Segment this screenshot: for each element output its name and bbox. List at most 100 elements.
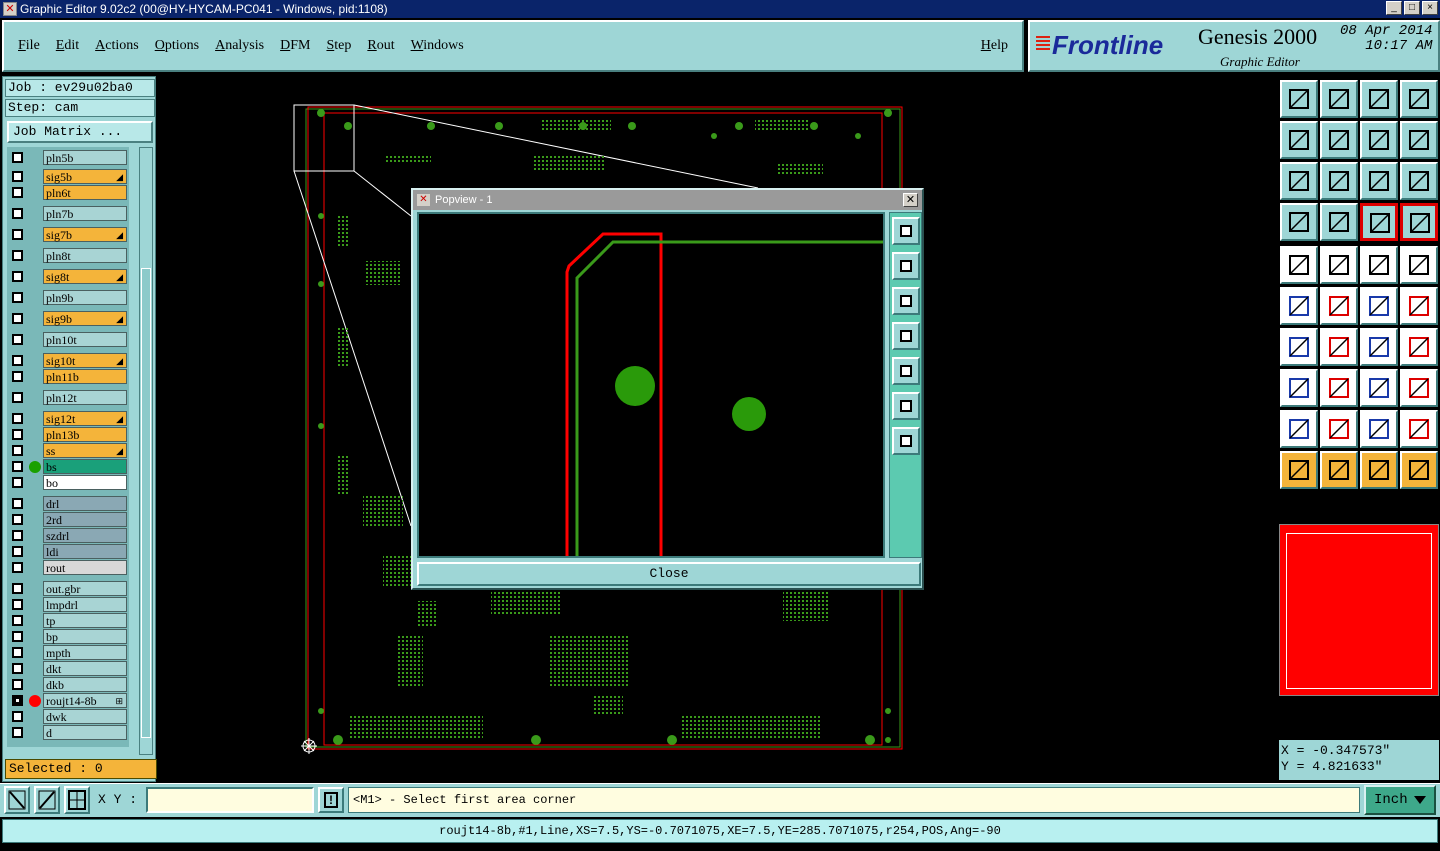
select-move-icon[interactable] — [1360, 451, 1398, 489]
pad-dot-icon[interactable] — [1400, 246, 1438, 284]
fit-all-icon[interactable] — [1280, 162, 1318, 200]
close-window-button[interactable]: × — [1422, 1, 1438, 15]
layer-row[interactable]: pln13b — [7, 427, 129, 442]
layer-checkbox[interactable] — [12, 514, 23, 525]
layer-compare-icon[interactable] — [1360, 203, 1398, 241]
layer-row[interactable]: pln6t — [7, 185, 129, 200]
layer-row[interactable]: pln11b — [7, 369, 129, 384]
mirror-icon[interactable] — [1400, 121, 1438, 159]
layer-checkbox[interactable] — [12, 445, 23, 456]
layer-row[interactable]: ldi — [7, 544, 129, 559]
select-box-icon[interactable] — [1320, 451, 1358, 489]
layer-row[interactable]: pln8t — [7, 248, 129, 263]
menu-windows[interactable]: Windows — [411, 38, 464, 54]
layer-checkbox[interactable] — [12, 679, 23, 690]
layer-name[interactable]: sig5b ◢ — [43, 169, 127, 184]
layer-row[interactable]: sig12t ◢ — [7, 411, 129, 426]
layer-name[interactable]: pln5b — [43, 150, 127, 165]
flip-text-icon[interactable] — [1400, 328, 1438, 366]
measure-ruler-icon[interactable] — [1360, 246, 1398, 284]
layer-checkbox[interactable] — [12, 530, 23, 541]
layer-name[interactable]: bo — [43, 475, 127, 490]
overview-map[interactable] — [1279, 524, 1439, 696]
layer-row[interactable]: out.gbr — [7, 581, 129, 596]
measure-icon[interactable] — [34, 786, 60, 814]
pan-left-icon[interactable] — [1280, 121, 1318, 159]
layer-checkbox[interactable] — [12, 392, 23, 403]
popview-pan-down-icon[interactable] — [892, 287, 920, 315]
split-view-icon[interactable] — [1400, 80, 1438, 118]
layer-row[interactable]: sig8t ◢ — [7, 269, 129, 284]
layer-row[interactable]: rout — [7, 560, 129, 575]
layer-row[interactable]: sig5b ◢ — [7, 169, 129, 184]
xy-input[interactable] — [146, 787, 314, 813]
layer-checkbox[interactable] — [12, 208, 23, 219]
layer-checkbox[interactable] — [12, 250, 23, 261]
layer-row[interactable]: szdrl — [7, 528, 129, 543]
help-icon[interactable] — [1400, 162, 1438, 200]
layer-row[interactable]: dwk — [7, 709, 129, 724]
layer-name[interactable]: d — [43, 725, 127, 740]
triangle-line-icon[interactable] — [1400, 410, 1438, 448]
popview-pan-left-icon[interactable] — [892, 322, 920, 350]
triangle-frame-icon[interactable] — [1360, 410, 1398, 448]
layer-checkbox[interactable] — [12, 334, 23, 345]
layer-row[interactable]: 2rd — [7, 512, 129, 527]
alert-button[interactable]: ! — [318, 787, 344, 813]
layer-checkbox[interactable] — [12, 229, 23, 240]
layer-name[interactable]: drl — [43, 496, 127, 511]
layer-checkbox[interactable] — [12, 152, 23, 163]
layer-row[interactable]: ss ◢ — [7, 443, 129, 458]
diagonal-icon[interactable] — [1320, 328, 1358, 366]
layer-name[interactable]: sig9b ◢ — [43, 311, 127, 326]
layer-checkbox[interactable] — [12, 711, 23, 722]
layer-name[interactable]: pln13b — [43, 427, 127, 442]
grid-view-icon[interactable] — [1320, 203, 1358, 241]
scrollbar-thumb[interactable] — [141, 268, 151, 738]
menu-file[interactable]: File — [18, 38, 40, 54]
layer-row[interactable]: bp — [7, 629, 129, 644]
layer-name[interactable]: pln12t — [43, 390, 127, 405]
layer-row[interactable]: tp — [7, 613, 129, 628]
layer-name[interactable]: pln11b — [43, 369, 127, 384]
layer-checkbox[interactable] — [12, 271, 23, 282]
minimize-button[interactable]: _ — [1386, 1, 1402, 15]
layer-name[interactable]: 2rd — [43, 512, 127, 527]
add-pad-icon[interactable] — [1280, 246, 1318, 284]
popview-pan-up-icon[interactable] — [892, 252, 920, 280]
layer-checkbox[interactable] — [12, 546, 23, 557]
menu-dfm[interactable]: DFM — [280, 38, 310, 54]
layer-name[interactable]: ss ◢ — [43, 443, 127, 458]
layer-name[interactable]: bp — [43, 629, 127, 644]
layer-name[interactable]: dkb — [43, 677, 127, 692]
angle-icon[interactable] — [1280, 328, 1318, 366]
home-icon[interactable] — [1360, 80, 1398, 118]
menu-rout[interactable]: Rout — [367, 38, 394, 54]
layer-row[interactable]: d — [7, 725, 129, 740]
layer-name[interactable]: tp — [43, 613, 127, 628]
layer-name[interactable]: pln8t — [43, 248, 127, 263]
copy-pad-icon[interactable] — [1280, 369, 1318, 407]
layer-checkbox[interactable] — [12, 631, 23, 642]
tools-icon[interactable] — [1280, 203, 1318, 241]
dimension-icon[interactable] — [1360, 369, 1398, 407]
layer-checkbox[interactable] — [12, 292, 23, 303]
layer-checkbox[interactable] — [12, 583, 23, 594]
zoom-down-icon[interactable] — [1320, 80, 1358, 118]
layer-row[interactable]: mpth — [7, 645, 129, 660]
layer-checkbox[interactable] — [12, 727, 23, 738]
layer-row[interactable]: roujt14-8b ⊞ — [7, 693, 129, 708]
layer-name[interactable]: pln10t — [43, 332, 127, 347]
layer-checkbox[interactable] — [12, 171, 23, 182]
scale-1-2-icon[interactable] — [1360, 162, 1398, 200]
layer-checkbox[interactable] — [12, 615, 23, 626]
layer-name[interactable]: pln7b — [43, 206, 127, 221]
connect-icon[interactable] — [1280, 287, 1318, 325]
layer-name[interactable]: pln9b — [43, 290, 127, 305]
layer-row[interactable]: pln7b — [7, 206, 129, 221]
popview-zoom-icon[interactable] — [892, 217, 920, 245]
layer-name[interactable]: ldi — [43, 544, 127, 559]
polygon-icon[interactable] — [1280, 410, 1318, 448]
layer-name[interactable]: szdrl — [43, 528, 127, 543]
popview-zoom-in-icon[interactable] — [892, 392, 920, 420]
